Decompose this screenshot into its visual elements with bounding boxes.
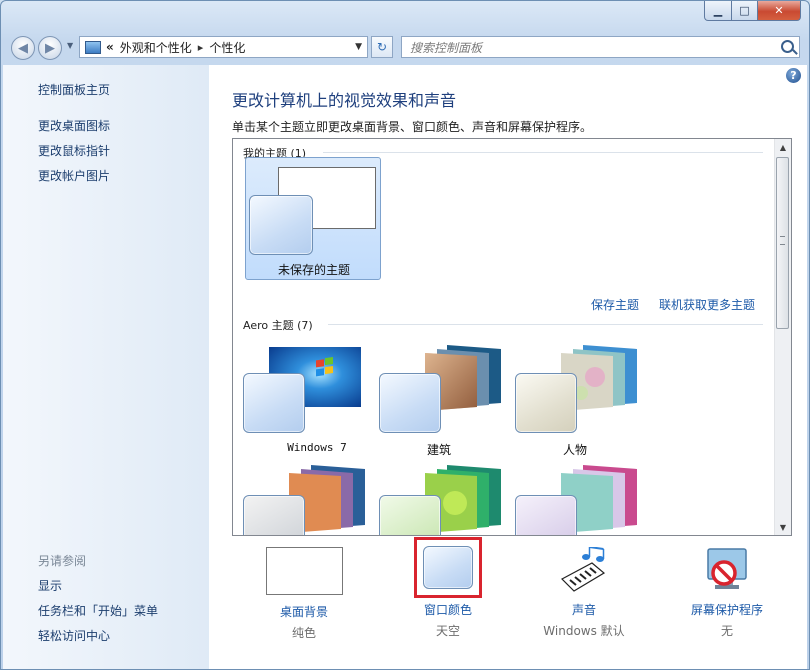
theme-windows7-label: Windows 7 xyxy=(287,441,347,454)
help-icon[interactable]: ? xyxy=(786,68,801,83)
back-button[interactable]: ◀ xyxy=(11,36,35,60)
theme-list-scrollbar[interactable]: ▲ ▼ xyxy=(774,139,791,535)
window-color-highlight xyxy=(414,537,482,598)
screen-saver-label: 屏幕保护程序 xyxy=(690,603,763,617)
sidebar-link-display[interactable]: 显示 xyxy=(38,577,62,594)
window-color-value: 天空 xyxy=(435,624,460,638)
search-box xyxy=(401,36,800,58)
theme-characters-label: 人物 xyxy=(562,443,587,457)
search-icon[interactable] xyxy=(781,40,794,53)
theme-glass-swatch xyxy=(379,495,441,535)
get-more-themes-link[interactable]: 联机获取更多主题 xyxy=(659,296,755,313)
theme-windows7[interactable]: Windows 7 xyxy=(243,343,373,454)
breadcrumb-personalization[interactable]: 个性化 xyxy=(209,39,245,56)
breadcrumb-appearance[interactable]: 外观和个性化 xyxy=(120,39,192,56)
scroll-thumb[interactable] xyxy=(776,157,789,329)
sidebar-link-desktop-icons[interactable]: 更改桌面图标 xyxy=(38,117,110,134)
navigation-bar: ◀ ▶ ▼ « 外观和个性化 ▸ 个性化 ▼ ↻ xyxy=(1,27,809,65)
theme-glass-swatch xyxy=(243,495,305,535)
theme-glass-swatch xyxy=(249,195,313,255)
see-also-heading: 另请参阅 xyxy=(38,554,87,568)
screen-saver-icon xyxy=(707,548,747,589)
breadcrumb-separator-icon[interactable]: ▸ xyxy=(198,41,204,54)
theme-glass-swatch xyxy=(515,495,577,535)
sounds-item[interactable]: 声音 Windows 默认 xyxy=(529,547,639,639)
address-bar[interactable]: « 外观和个性化 ▸ 个性化 ▼ xyxy=(79,36,368,58)
sidebar-link-account-picture[interactable]: 更改帐户图片 xyxy=(38,167,110,184)
sounds-icon xyxy=(561,547,606,592)
theme-scenes[interactable] xyxy=(515,463,645,535)
caption-buttons: ▁ □ ✕ xyxy=(704,1,801,23)
personalization-window: ▁ □ ✕ ◀ ▶ ▼ « 外观和个性化 ▸ 个性化 ▼ ↻ 控制面板主页 更改… xyxy=(0,0,810,670)
window-color-label: 窗口颜色 xyxy=(423,603,472,617)
sounds-label: 声音 xyxy=(571,603,596,617)
page-description: 单击某个主题立即更改桌面背景、窗口颜色、声音和屏幕保护程序。 xyxy=(232,120,593,134)
maximize-button[interactable]: □ xyxy=(732,1,758,21)
theme-landscapes[interactable] xyxy=(243,463,373,535)
theme-glass-swatch xyxy=(379,373,441,433)
screen-saver-value: 无 xyxy=(720,624,733,638)
theme-glass-swatch xyxy=(243,373,305,433)
theme-unsaved[interactable]: 未保存的主题 xyxy=(245,157,381,280)
group-divider xyxy=(328,324,763,325)
refresh-button[interactable]: ↻ xyxy=(371,36,393,58)
page-title: 更改计算机上的视觉效果和声音 xyxy=(232,91,457,110)
scroll-down-button[interactable]: ▼ xyxy=(775,519,791,535)
theme-architecture-label: 建筑 xyxy=(426,443,451,457)
recent-pages-dropdown[interactable]: ▼ xyxy=(67,41,73,50)
theme-list: 我的主题 (1) 未保存的主题 保存主题 联机获取更多主题 Aero 主题 (7… xyxy=(232,138,792,536)
desktop-background-value: 纯色 xyxy=(291,626,316,640)
desktop-background-label: 桌面背景 xyxy=(279,605,328,619)
aero-themes-header: Aero 主题 (7) xyxy=(243,319,313,332)
window-color-item[interactable]: 窗口颜色 天空 xyxy=(403,537,493,639)
window-color-swatch xyxy=(423,546,473,589)
theme-glass-swatch xyxy=(515,373,577,433)
close-button[interactable]: ✕ xyxy=(758,1,801,21)
task-pane: 控制面板主页 更改桌面图标 更改鼠标指针 更改帐户图片 另请参阅 显示 任务栏和… xyxy=(3,65,209,669)
content-area: 控制面板主页 更改桌面图标 更改鼠标指针 更改帐户图片 另请参阅 显示 任务栏和… xyxy=(3,65,807,669)
theme-unsaved-label: 未保存的主题 xyxy=(277,263,350,277)
forward-button[interactable]: ▶ xyxy=(38,36,62,60)
sidebar-link-mouse-pointers[interactable]: 更改鼠标指针 xyxy=(38,142,110,159)
minimize-button[interactable]: ▁ xyxy=(704,1,732,21)
group-divider xyxy=(323,152,763,153)
address-dropdown-icon[interactable]: ▼ xyxy=(355,42,362,52)
sidebar-link-taskbar[interactable]: 任务栏和「开始」菜单 xyxy=(38,602,158,619)
screen-saver-item[interactable]: 屏幕保护程序 无 xyxy=(677,547,777,639)
theme-characters[interactable]: 人物 xyxy=(515,343,645,457)
desktop-background-item[interactable]: 桌面背景 纯色 xyxy=(259,547,349,641)
save-theme-link[interactable]: 保存主题 xyxy=(591,296,639,313)
search-input[interactable] xyxy=(408,38,772,58)
breadcrumb-overflow-chevron[interactable]: « xyxy=(106,40,114,54)
sidebar-link-control-panel-home[interactable]: 控制面板主页 xyxy=(38,81,110,98)
theme-settings-bar: 桌面背景 纯色 窗口颜色 天空 声音 Windows 默认 屏幕保护程序 无 xyxy=(209,537,807,669)
scroll-up-button[interactable]: ▲ xyxy=(775,139,791,155)
theme-architecture[interactable]: 建筑 xyxy=(379,343,509,457)
sidebar-link-ease-of-access[interactable]: 轻松访问中心 xyxy=(38,627,110,644)
theme-nature[interactable] xyxy=(379,463,509,535)
sounds-value: Windows 默认 xyxy=(543,624,625,638)
desktop-background-swatch xyxy=(265,547,343,595)
control-panel-icon xyxy=(85,40,101,54)
